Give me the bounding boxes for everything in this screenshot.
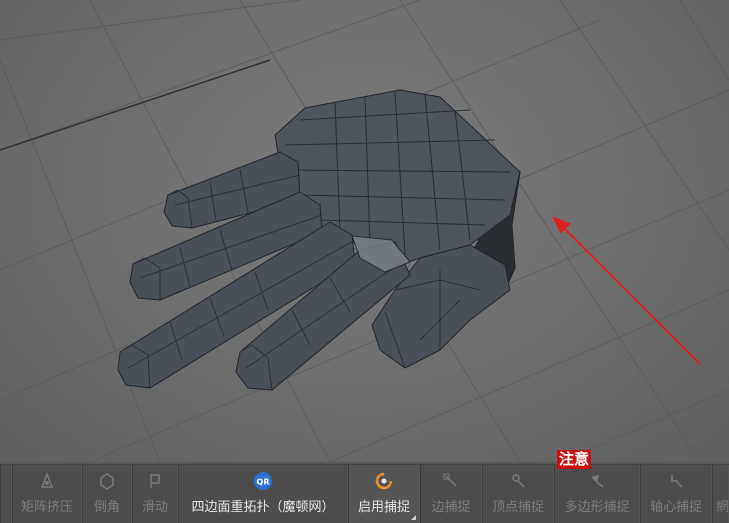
annotation-note-label: 注意 [557, 450, 592, 469]
toolbar-divider [0, 462, 729, 464]
toolbar-button-partial-left[interactable] [0, 465, 12, 523]
pivot-snap-icon [671, 475, 683, 488]
vertex-snap-icon [512, 474, 525, 488]
qr-icon-text: QR [257, 478, 270, 487]
viewport-canvas [0, 0, 729, 462]
slide-button[interactable]: 滑动 [132, 465, 178, 523]
edge-snap-button[interactable]: 边捕捉 [420, 465, 482, 523]
slide-icon [150, 474, 160, 488]
enable-snap-button[interactable]: 启用捕捉 [348, 465, 420, 523]
polygon-snap-button[interactable]: 多边形捕捉 [554, 465, 640, 523]
hand-mesh [117, 89, 521, 391]
annotation-arrow [551, 216, 701, 365]
edge-snap-icon [443, 473, 457, 487]
dropdown-corner-indicator[interactable] [411, 515, 416, 520]
matrix-extrude-icon [40, 471, 54, 488]
bevel-icon [100, 473, 114, 490]
grid-axis-line [0, 59, 271, 151]
vertex-snap-button[interactable]: 顶点捕捉 [482, 465, 554, 523]
pivot-snap-button[interactable]: 轴心捕捉 [640, 465, 712, 523]
snap-enable-icon [375, 472, 393, 490]
bevel-button[interactable]: 倒角 [82, 465, 132, 523]
polygon-snap-icon [591, 475, 604, 488]
qr-remesh-button[interactable]: QR 四边面重拓扑（魔顿网） [178, 465, 348, 523]
toolbar-button-partial-right[interactable]: 網 [712, 465, 729, 523]
3d-viewport[interactable] [0, 0, 729, 462]
matrix-extrude-button[interactable]: 矩阵挤压 [12, 465, 82, 523]
qr-remesh-icon: QR [254, 472, 272, 490]
